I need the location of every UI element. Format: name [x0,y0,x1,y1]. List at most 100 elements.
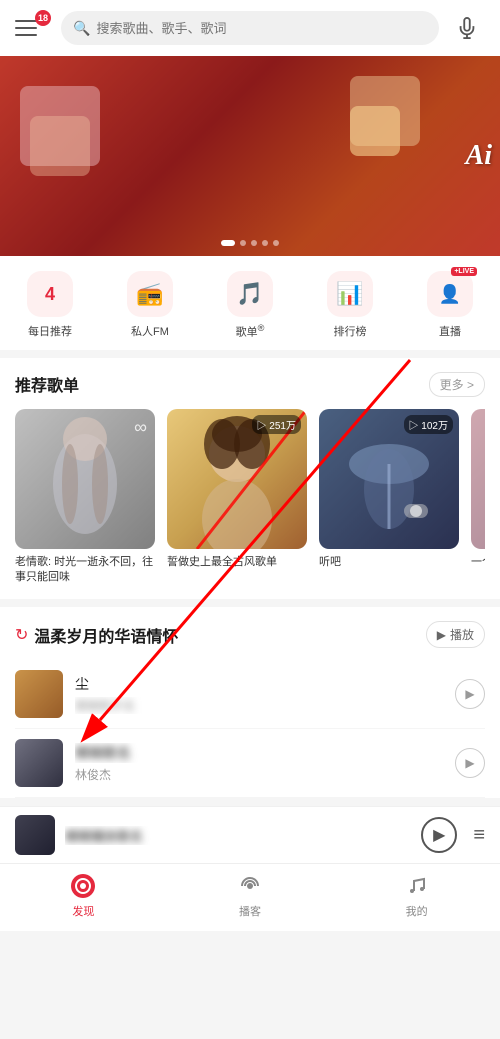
song-item-2[interactable]: 模糊歌名 林俊杰 ▶ [15,729,485,798]
song-mv-button-2[interactable]: ▶ [455,748,485,778]
song-thumb-2 [15,739,63,787]
playlist-title-3: 听吧 [319,555,459,570]
mv-icon-2: ▶ [465,756,474,770]
song-info-2: 模糊歌名 林俊杰 [75,743,443,783]
banner-block-2 [30,116,90,176]
infinity-icon: ∞ [134,417,147,438]
playlist-title-1: 老情歌: 时光一逝永不回，往事只能回味 [15,555,155,586]
nav-label-discover: 发现 [72,903,94,919]
daily-icon: 4 [45,284,55,305]
daily-section-title: 温柔岁月的华语情怀 [34,623,178,647]
chart-icon: 📊 [336,281,363,307]
more-button[interactable]: 更多 > [429,372,485,397]
player-info: 模糊播放歌名 [65,826,411,845]
section-header: 推荐歌单 更多 > [15,372,485,397]
player-controls: ▶ ≡ [421,817,485,853]
search-bar[interactable]: 🔍 [61,11,439,45]
quick-icon-fm: 📻 [127,271,173,317]
banner-dot-3[interactable] [262,240,268,246]
quick-label-fm: 私人FM [131,323,169,339]
quick-label-live: 直播 [439,323,461,339]
play-count-2: ▷ 251万 [252,415,301,434]
daily-section-header: ↻ 温柔岁月的华语情怀 ▶ 播放 [15,621,485,648]
play-all-button[interactable]: ▶ 播放 [426,621,485,648]
playlist-thumb-3: ▷ 102万 [319,409,459,549]
playlist-row: ∞ 老情歌: 时光一逝永不回，往事只能回味 ▷ 251万 誓做史上最全古风 [15,409,485,586]
quick-label-chart: 排行榜 [334,323,367,339]
nav-icon-discover [69,872,97,900]
nav-item-discover[interactable]: 发现 [0,872,167,919]
banner-dot-1[interactable] [240,240,246,246]
search-icon: 🔍 [73,20,90,37]
banner-dots [221,240,279,246]
quick-label-playlist: 歌单® [236,323,265,340]
nav-label-podcaster: 播客 [239,903,261,919]
quick-item-daily[interactable]: 4 每日推荐 [0,271,100,340]
playlist-button[interactable]: ≡ [473,824,485,847]
song-info-1: 尘 模糊歌手名 [75,674,443,714]
playlist-thumb-2: ▷ 251万 [167,409,307,549]
quick-item-live[interactable]: 👤 +LIVE 直播 [400,271,500,340]
song-artist-2: 林俊杰 [75,766,443,783]
playlist-icon: 🎵 [236,281,263,307]
quick-item-chart[interactable]: 📊 排行榜 [300,271,400,340]
menu-button[interactable]: 18 [15,10,51,46]
refresh-icon[interactable]: ↻ [15,625,28,645]
song-name-1: 尘 [75,674,443,694]
fm-icon: 📻 [136,281,163,307]
quick-icon-daily: 4 [27,271,73,317]
quick-icon-chart: 📊 [327,271,373,317]
banner[interactable]: Ai [0,56,500,256]
song-mv-button-1[interactable]: ▶ [455,679,485,709]
banner-dot-0[interactable] [221,240,235,246]
play-all-icon: ▶ [437,628,446,642]
nav-item-mine[interactable]: 我的 [333,872,500,919]
recommended-playlists-section: 推荐歌单 更多 > ∞ 老情歌: 时光一逝永不回，往事只能回味 [0,358,500,600]
player-song-name: 模糊播放歌名 [65,826,411,845]
playlist-card-4[interactable]: 一个 [471,409,485,586]
quick-item-fm[interactable]: 📻 私人FM [100,271,200,340]
playlist-card-3[interactable]: ▷ 102万 听吧 [319,409,459,586]
nav-item-podcaster[interactable]: 播客 [167,872,334,919]
song-name-2: 模糊歌名 [75,743,443,763]
song-list: 尘 模糊歌手名 ▶ 模糊歌名 林俊杰 ▶ [15,660,485,798]
song-artist-1: 模糊歌手名 [75,697,443,714]
section-title: 推荐歌单 [15,372,79,396]
quick-label-daily: 每日推荐 [28,323,72,339]
refresh-title: ↻ 温柔岁月的华语情怀 [15,623,178,647]
banner-dot-4[interactable] [273,240,279,246]
player-thumbnail [15,815,55,855]
search-input[interactable] [96,21,427,36]
quick-icon-live: 👤 +LIVE [427,271,473,317]
ai-label: Ai [466,140,492,172]
live-badge: +LIVE [451,267,477,276]
play-icon: ▶ [433,825,445,845]
top-bar: 18 🔍 [0,0,500,56]
banner-block-4 [350,106,400,156]
quick-icon-playlist: 🎵 [227,271,273,317]
song-thumb-1 [15,670,63,718]
playlist-card-1[interactable]: ∞ 老情歌: 时光一逝永不回，往事只能回味 [15,409,155,586]
bottom-nav: 发现 播客 我的 [0,863,500,931]
playlist-card-2[interactable]: ▷ 251万 誓做史上最全古风歌单 [167,409,307,586]
playlist-thumb-4 [471,409,485,549]
player-bar: 模糊播放歌名 ▶ ≡ [0,806,500,863]
play-pause-button[interactable]: ▶ [421,817,457,853]
voice-search-button[interactable] [449,10,485,46]
notification-badge: 18 [35,10,51,26]
banner-dot-2[interactable] [251,240,257,246]
nav-label-mine: 我的 [406,903,428,919]
nav-icon-podcaster [236,872,264,900]
play-all-label: 播放 [450,626,474,643]
quick-item-playlist[interactable]: 🎵 歌单® [200,271,300,340]
quick-menu: 4 每日推荐 📻 私人FM 🎵 歌单® 📊 排行榜 👤 +LIVE 直播 [0,256,500,350]
song-item-1[interactable]: 尘 模糊歌手名 ▶ [15,660,485,729]
live-icon: 👤 [439,284,461,305]
daily-songs-section: ↻ 温柔岁月的华语情怀 ▶ 播放 尘 模糊歌手名 ▶ [0,607,500,798]
play-count-3: ▷ 102万 [404,415,453,434]
mv-icon-1: ▶ [465,687,474,701]
playlist-title-4: 一个 [471,555,485,570]
banner-content: Ai [0,56,500,256]
list-icon: ≡ [473,824,485,846]
nav-icon-mine [403,872,431,900]
